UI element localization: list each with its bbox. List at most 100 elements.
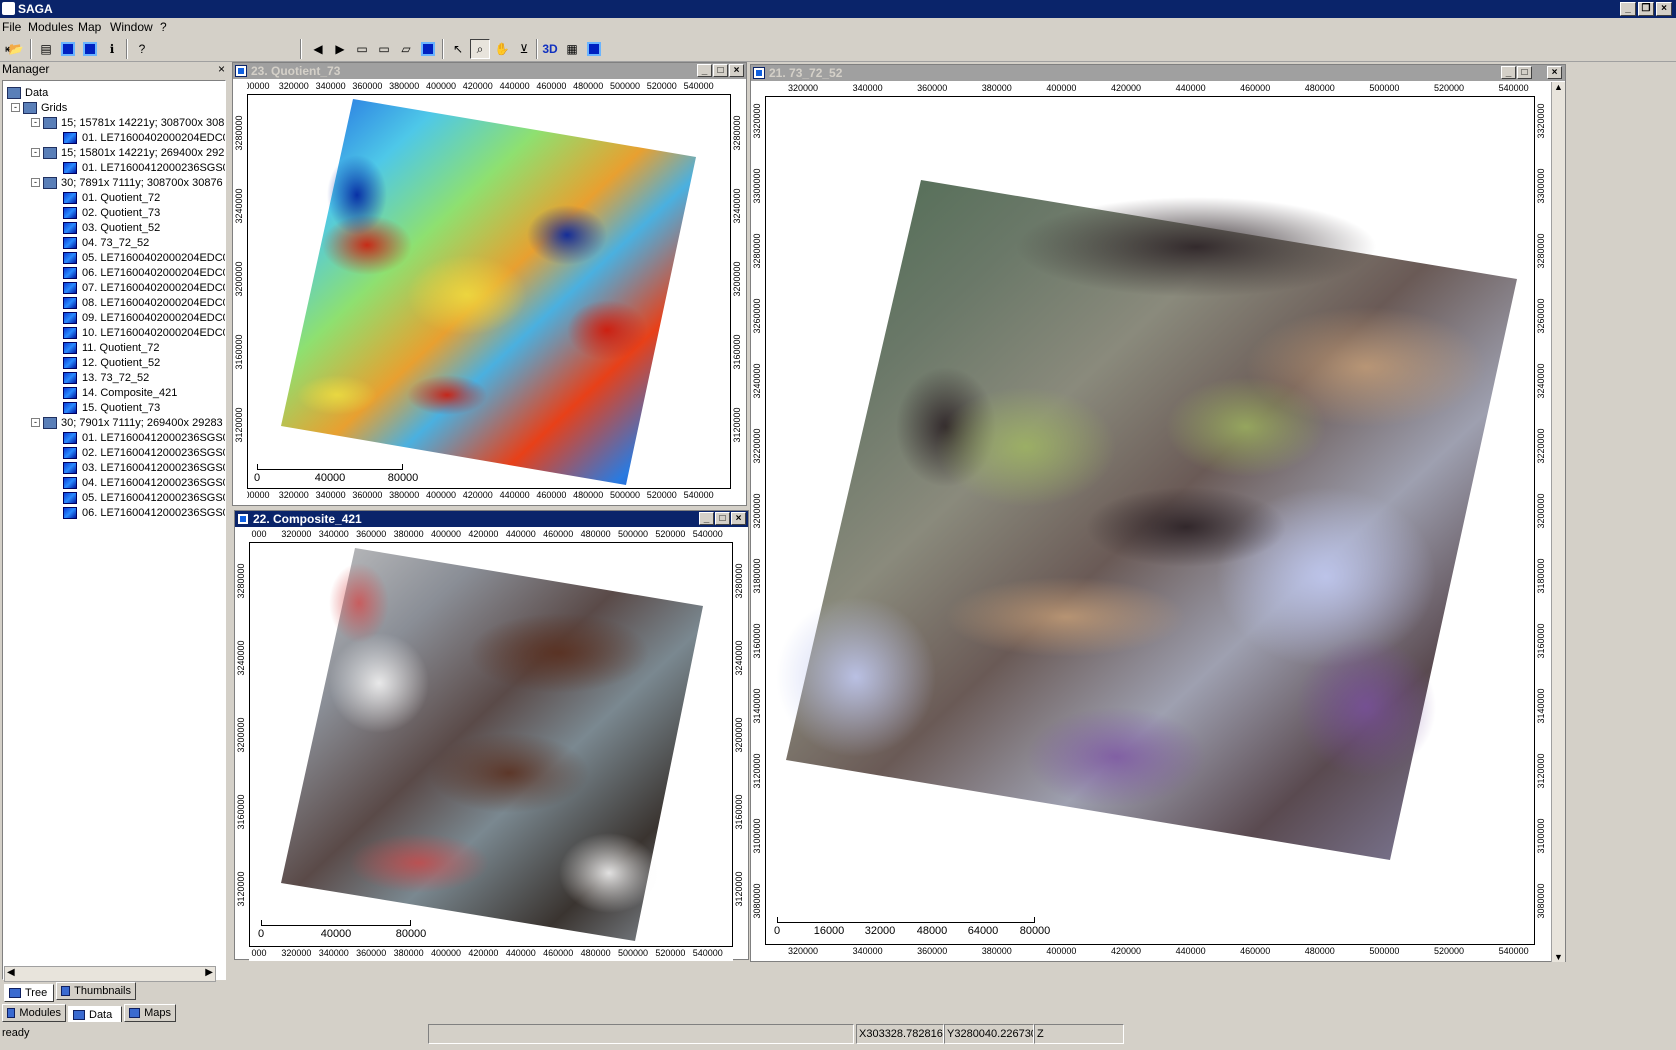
x-tick-label: 440000: [505, 529, 536, 539]
tree-grid-system[interactable]: -15; 15781x 14221y; 308700x 308: [31, 115, 224, 130]
minimize-icon[interactable]: _: [697, 64, 712, 77]
tree-grid-item[interactable]: 09. LE71600402000204EDC0(: [63, 310, 225, 325]
tree-grid-system[interactable]: -15; 15801x 14221y; 269400x 292: [31, 145, 224, 160]
tree-root[interactable]: Data: [7, 85, 48, 100]
data-tree[interactable]: Data - Grids -15; 15781x 14221y; 308700x…: [2, 80, 226, 980]
tree-grid-item[interactable]: 14. Composite_421: [63, 385, 177, 400]
tree-grid-system[interactable]: -30; 7891x 7111y; 308700x 30876: [31, 175, 223, 190]
x-tick-label: 520000: [1433, 83, 1465, 93]
map-icon: [237, 513, 249, 525]
tree-grid-item[interactable]: 12. Quotient_52: [63, 355, 160, 370]
tree-grid-system[interactable]: -30; 7901x 7111y; 269400x 29283: [31, 415, 223, 430]
tree-grid-item[interactable]: 13. 73_72_52: [63, 370, 149, 385]
x-ruler-top: 00000 320000 340000 360000 380000 400000 42000…: [247, 80, 731, 94]
y-tick-label: 3160000: [1536, 623, 1546, 659]
x-tick-label: 500000: [617, 529, 649, 539]
zoom-tool-icon[interactable]: ⌕: [470, 39, 490, 59]
menu-window[interactable]: Window: [110, 20, 153, 34]
map-window-icon[interactable]: [584, 39, 604, 59]
maximize-icon[interactable]: □: [1517, 66, 1532, 79]
x-tick-label: 520000: [655, 948, 686, 958]
open-folder-icon[interactable]: 📂: [6, 39, 26, 59]
x-tick-label: 440000: [1175, 83, 1206, 93]
minimize-icon[interactable]: _: [1620, 2, 1636, 16]
pan-hand-icon[interactable]: ✋: [492, 39, 512, 59]
collapse-icon[interactable]: -: [11, 103, 20, 112]
collapse-icon[interactable]: -: [31, 118, 40, 127]
collapse-icon[interactable]: -: [31, 148, 40, 157]
tab-maps[interactable]: Maps: [124, 1004, 176, 1022]
select-arrow-icon[interactable]: ↖: [448, 39, 468, 59]
y-ruler-right: 3280000 3240000 3200000 3160000 3120000: [731, 95, 745, 487]
menu-modules[interactable]: Modules: [28, 20, 73, 34]
object-properties-icon[interactable]: [58, 39, 78, 59]
tree-grid-item[interactable]: 02. Quotient_73: [63, 205, 160, 220]
help-question-icon[interactable]: ?: [132, 39, 152, 59]
menu-map[interactable]: Map: [78, 20, 101, 34]
tree-grid-item[interactable]: 02. LE71600412000236SGS00: [63, 445, 225, 460]
zoom-full-icon[interactable]: ▭: [352, 39, 372, 59]
zoom-back-icon[interactable]: ◀: [308, 39, 328, 59]
x-tick-label: 340000: [852, 83, 883, 93]
x-tick-label: 320000: [787, 946, 819, 956]
measure-icon[interactable]: ⊻: [514, 39, 534, 59]
data-source-icon[interactable]: [80, 39, 100, 59]
zoom-forward-icon[interactable]: ▶: [330, 39, 350, 59]
tree-grid-item[interactable]: 05. LE71600412000236SGS00: [63, 490, 225, 505]
x-tick-label: 000: [251, 529, 267, 539]
restore-icon[interactable]: □: [715, 512, 730, 525]
tab-thumbnails[interactable]: Thumbnails: [56, 982, 136, 1000]
tree-grid-item[interactable]: 01. LE71600412000236SGS00: [63, 430, 225, 445]
zoom-selection-icon[interactable]: ▱: [396, 39, 416, 59]
x-tick-label: 540000: [1498, 946, 1529, 956]
manager-toggle-icon[interactable]: ▤: [36, 39, 56, 59]
close-icon[interactable]: ×: [1656, 2, 1672, 16]
tree-grid-item[interactable]: 01. LE71600412000236SGS00: [63, 160, 225, 175]
minimize-icon[interactable]: _: [699, 512, 714, 525]
tree-grid-item[interactable]: 04. LE71600412000236SGS00: [63, 475, 225, 490]
tree-horizontal-scrollbar[interactable]: ◀ ▶: [4, 966, 216, 982]
tree-grid-item[interactable]: 03. LE71600412000236SGS00: [63, 460, 225, 475]
tree-grid-item[interactable]: 08. LE71600402000204EDC0(: [63, 295, 225, 310]
map-window-composite[interactable]: 22. Composite_421 _ □ × 000 320000 340000 3…: [234, 510, 749, 961]
tree-grid-item[interactable]: 05. LE71600402000204EDC0(: [63, 250, 225, 265]
tree-grid-item[interactable]: 01. Quotient_72: [63, 190, 160, 205]
collapse-icon[interactable]: -: [31, 418, 40, 427]
app-title: SAGA: [18, 2, 53, 16]
tree-grid-item[interactable]: 15. Quotient_73: [63, 400, 160, 415]
layout-icon[interactable]: ▦: [562, 39, 582, 59]
zoom-layer-icon[interactable]: ▭: [374, 39, 394, 59]
3d-view-icon[interactable]: 3D: [540, 39, 560, 59]
grid-icon: [63, 311, 77, 324]
close-icon[interactable]: ×: [729, 64, 744, 77]
close-icon[interactable]: ×: [1547, 66, 1562, 79]
tree-grid-item[interactable]: 01. LE71600402000204EDC0(: [63, 130, 225, 145]
vertical-scrollbar[interactable]: ▲ ▼: [1551, 82, 1565, 962]
collapse-icon[interactable]: -: [31, 178, 40, 187]
tree-grid-item[interactable]: 04. 73_72_52: [63, 235, 149, 250]
tree-grid-item[interactable]: 11. Quotient_72: [63, 340, 159, 355]
menu-help[interactable]: ?: [160, 20, 167, 34]
manager-close-icon[interactable]: ×: [218, 62, 225, 76]
x-tick-label: 480000: [1304, 83, 1335, 93]
tree-grid-item[interactable]: 10. LE71600402000204EDC0(: [63, 325, 225, 340]
tree-grid-item[interactable]: 07. LE71600402000204EDC0(: [63, 280, 225, 295]
grid-icon: [63, 161, 77, 174]
minimize-icon[interactable]: _: [1501, 66, 1516, 79]
grid-icon: [63, 431, 77, 444]
info-icon[interactable]: ℹ: [102, 39, 122, 59]
restore-icon[interactable]: ❐: [1638, 2, 1654, 16]
map-object-icon[interactable]: [418, 39, 438, 59]
tab-modules[interactable]: Modules: [2, 1004, 66, 1022]
tree-grid-item[interactable]: 06. LE71600412000236SGS00: [63, 505, 225, 520]
tree-grids[interactable]: - Grids: [11, 100, 67, 115]
maximize-icon[interactable]: □: [713, 64, 728, 77]
tab-tree[interactable]: Tree: [4, 984, 54, 1002]
grid-icon: [63, 476, 77, 489]
close-icon[interactable]: ×: [731, 512, 746, 525]
map-window-main[interactable]: 21. 73_72_52 _ □ × 320000 340000 360000 380…: [750, 64, 1566, 962]
tree-grid-item[interactable]: 03. Quotient_52: [63, 220, 160, 235]
tree-grid-item[interactable]: 06. LE71600402000204EDC0(: [63, 265, 225, 280]
menu-file[interactable]: File: [2, 20, 21, 34]
map-window-quotient[interactable]: 23. Quotient_73 _ □ × 00000 320000 340000 3…: [232, 62, 747, 506]
